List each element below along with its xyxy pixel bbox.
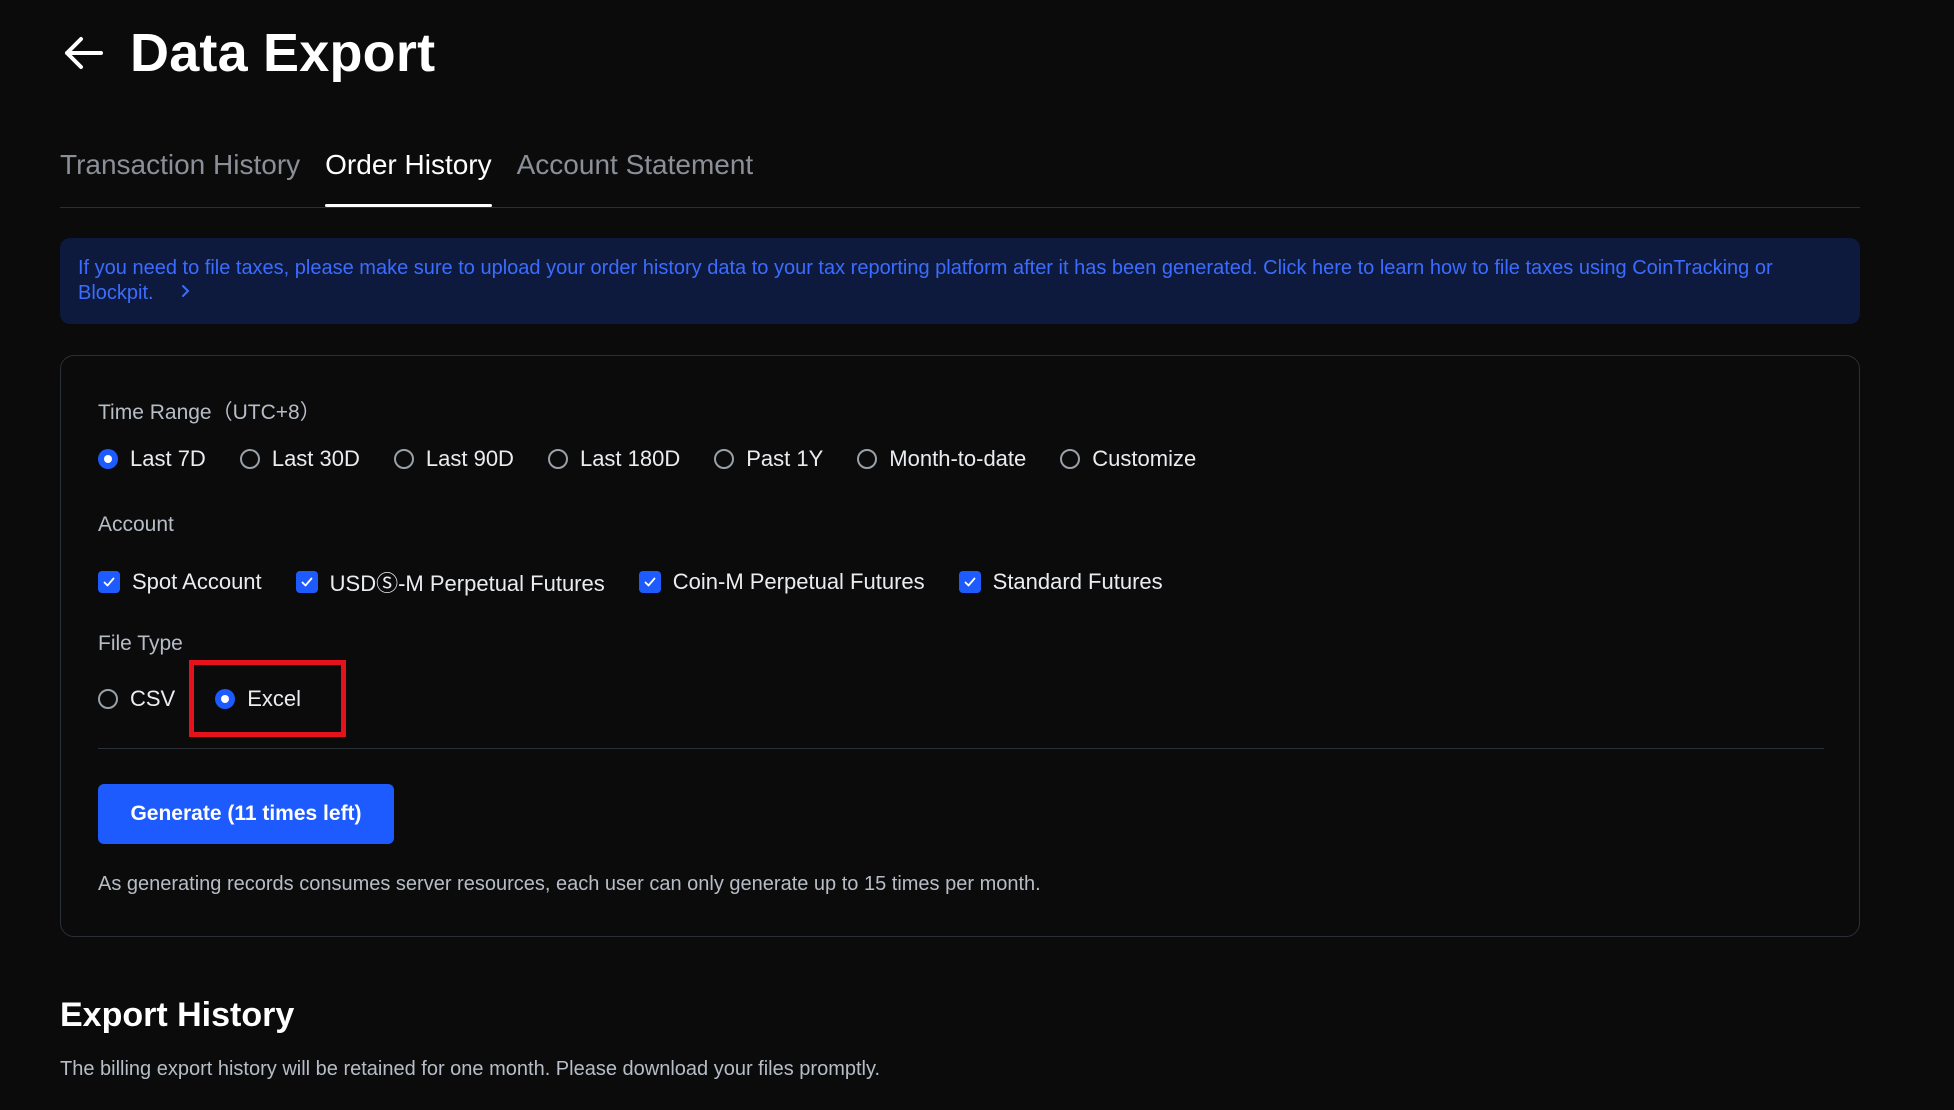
tab-transaction-history[interactable]: Transaction History: [60, 140, 300, 206]
check-icon: [964, 577, 976, 587]
file-type-option-csv[interactable]: CSV: [98, 686, 175, 712]
account-options: Spot Account USDⓈ-M Perpetual Futures Co…: [98, 566, 1197, 598]
radio-button[interactable]: [857, 449, 878, 469]
time-range-option-last-30d[interactable]: Last 30D: [239, 446, 360, 472]
divider: [98, 748, 1824, 749]
arrow-left-icon[interactable]: [60, 30, 106, 76]
file-type-option-excel[interactable]: Excel: [215, 686, 301, 712]
radio-button[interactable]: [1060, 449, 1081, 469]
account-option-spot[interactable]: Spot Account: [98, 569, 262, 595]
export-form-panel: Time Range（UTC+8） Last 7D Last 30D Last …: [60, 355, 1860, 937]
tab-account-statement[interactable]: Account Statement: [517, 140, 754, 206]
check-icon: [103, 577, 115, 587]
file-type-label: File Type: [98, 632, 183, 655]
page-title: Data Export: [130, 23, 436, 83]
time-range-option-past-1y[interactable]: Past 1Y: [714, 446, 823, 472]
checkbox[interactable]: [295, 571, 318, 593]
generation-limit-note: As generating records consumes server re…: [98, 873, 1041, 895]
time-range-option-month-to-date[interactable]: Month-to-date: [857, 446, 1026, 472]
checkbox[interactable]: [98, 571, 120, 593]
check-icon: [301, 577, 313, 587]
radio-button[interactable]: [98, 449, 118, 469]
time-range-options: Last 7D Last 30D Last 90D Last 180D Past…: [98, 446, 1230, 472]
tab-order-history[interactable]: Order History: [325, 140, 493, 207]
account-label: Account: [98, 513, 174, 536]
page-header: Data Export: [60, 22, 435, 84]
time-range-option-customize[interactable]: Customize: [1060, 446, 1196, 472]
file-type-options: CSV Excel: [98, 686, 335, 712]
account-option-coin-m-futures[interactable]: Coin-M Perpetual Futures: [638, 569, 925, 595]
radio-button[interactable]: [714, 449, 735, 469]
time-range-label: Time Range（UTC+8）: [98, 401, 321, 424]
tax-notice-banner[interactable]: If you need to file taxes, please make s…: [60, 238, 1860, 324]
checkbox[interactable]: [638, 571, 661, 593]
export-history-title: Export History: [60, 996, 295, 1034]
checkbox[interactable]: [958, 571, 981, 593]
time-range-option-last-7d[interactable]: Last 7D: [98, 446, 206, 472]
tab-bar: Transaction History Order History Accoun…: [60, 140, 1860, 208]
account-option-usds-m-futures[interactable]: USDⓈ-M Perpetual Futures: [295, 566, 605, 598]
radio-button[interactable]: [215, 689, 236, 709]
radio-button[interactable]: [239, 449, 260, 469]
radio-button[interactable]: [393, 449, 414, 469]
chevron-right-icon[interactable]: [180, 281, 192, 306]
radio-button[interactable]: [98, 689, 118, 709]
account-option-standard-futures[interactable]: Standard Futures: [958, 569, 1163, 595]
generate-button[interactable]: Generate (11 times left): [98, 784, 394, 844]
check-icon: [644, 577, 656, 587]
time-range-option-last-90d[interactable]: Last 90D: [393, 446, 514, 472]
time-range-option-last-180d[interactable]: Last 180D: [547, 446, 680, 472]
tax-notice-text[interactable]: If you need to file taxes, please make s…: [78, 257, 1773, 304]
radio-button[interactable]: [547, 449, 568, 469]
export-history-description: The billing export history will be retai…: [60, 1058, 881, 1080]
